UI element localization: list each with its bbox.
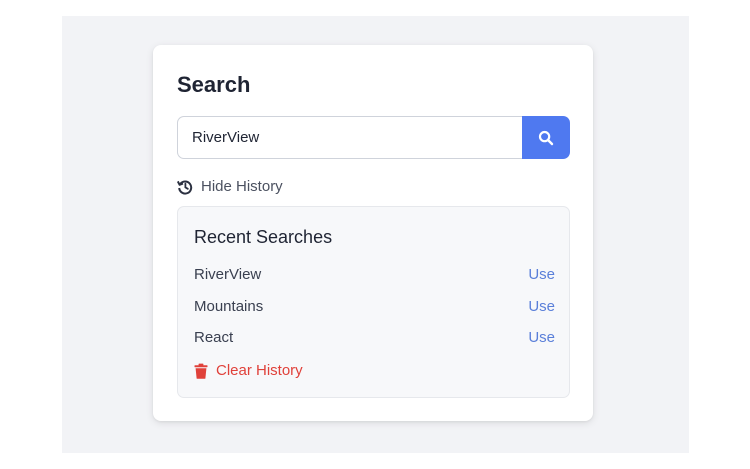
recent-searches-heading: Recent Searches	[194, 227, 333, 247]
history-item: RiverView Use	[194, 259, 555, 291]
hide-history-toggle[interactable]: Hide History	[177, 178, 283, 195]
trash-icon	[194, 363, 208, 379]
search-bar	[177, 116, 570, 159]
history-icon	[177, 180, 193, 194]
use-link[interactable]: Use	[528, 298, 555, 315]
history-term: React	[194, 329, 234, 347]
search-icon	[538, 130, 554, 145]
history-term: Mountains	[194, 297, 264, 315]
hide-history-label: Hide History	[201, 178, 283, 195]
clear-history-label: Clear History	[216, 362, 303, 379]
history-term: RiverView	[194, 266, 262, 284]
history-item: React Use	[194, 322, 555, 354]
search-title: Search	[177, 72, 251, 97]
use-link[interactable]: Use	[528, 266, 555, 283]
search-card: Search Hide History Recent Searches Rive…	[153, 45, 593, 421]
search-button[interactable]	[522, 116, 570, 159]
search-input[interactable]	[177, 116, 522, 159]
history-list: RiverView Use Mountains Use React Use	[194, 259, 555, 354]
use-link[interactable]: Use	[528, 329, 555, 346]
clear-history-button[interactable]: Clear History	[194, 362, 303, 379]
history-panel: Recent Searches RiverView Use Mountains …	[177, 206, 570, 398]
history-item: Mountains Use	[194, 291, 555, 323]
